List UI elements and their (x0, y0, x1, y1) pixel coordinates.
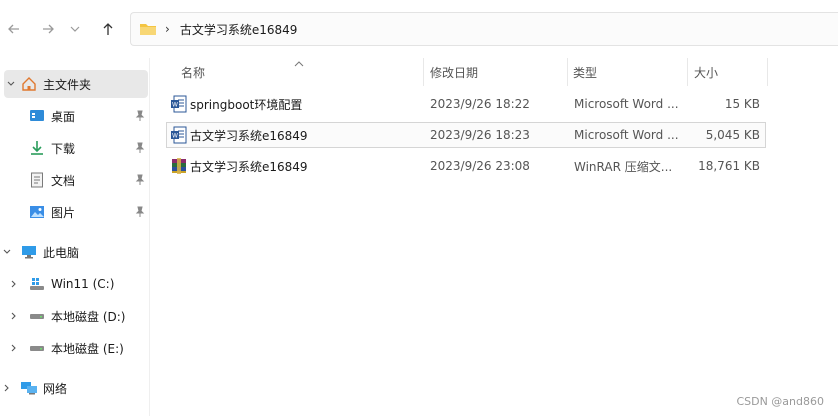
word-icon: W (171, 95, 187, 113)
sidebar-item-label: 下载 (51, 141, 76, 156)
sidebar-item-pictures[interactable]: 图片 (0, 198, 150, 226)
sidebar-item-label: 图片 (51, 205, 76, 220)
download-icon (28, 139, 46, 157)
file-type: Microsoft Word ... (574, 97, 679, 111)
sidebar-item-documents[interactable]: 文档 (0, 166, 150, 194)
arrow-up-icon (103, 23, 113, 35)
chevron-down-icon[interactable] (2, 247, 12, 257)
watermark: CSDN @and860 (736, 395, 824, 408)
file-name: 古文学习系统e16849 (190, 159, 308, 174)
column-divider[interactable] (423, 58, 424, 86)
desktop-icon (28, 107, 46, 125)
pin-icon[interactable] (134, 142, 146, 154)
chevron-down-icon[interactable] (6, 79, 16, 89)
column-header-name[interactable]: 名称 (181, 58, 421, 86)
sidebar-item-home[interactable]: 主文件夹 (4, 70, 148, 98)
sidebar-item-label: 此电脑 (43, 245, 80, 260)
sidebar-item-label: 本地磁盘 (D:) (51, 309, 126, 324)
file-row[interactable]: W springboot环境配置 2023/9/26 18:22 Microso… (166, 91, 766, 117)
chevron-right-icon[interactable] (9, 279, 19, 289)
chevron-right-icon[interactable] (2, 383, 12, 393)
file-row[interactable]: 古文学习系统e16849 2023/9/26 23:08 WinRAR 压缩文.… (166, 153, 766, 179)
pin-icon[interactable] (134, 174, 146, 186)
file-size: 15 KB (724, 97, 760, 111)
file-size: 18,761 KB (698, 159, 760, 173)
column-divider[interactable] (687, 58, 688, 86)
svg-text:W: W (172, 102, 178, 109)
home-icon (20, 75, 38, 93)
file-name: 古文学习系统e16849 (190, 128, 308, 143)
sidebar-item-label: 文档 (51, 173, 76, 188)
file-modified: 2023/9/26 23:08 (430, 159, 530, 173)
sidebar-item-desktop[interactable]: 桌面 (0, 102, 150, 130)
column-header-size[interactable]: 大小 (694, 58, 764, 86)
up-button[interactable] (94, 14, 122, 44)
file-modified: 2023/9/26 18:23 (430, 128, 530, 142)
chevron-right-icon[interactable] (9, 311, 19, 321)
chevron-down-icon (70, 26, 80, 32)
arrow-left-icon (8, 24, 19, 34)
file-type: WinRAR 压缩文... (574, 159, 673, 174)
svg-text:W: W (172, 133, 178, 140)
pictures-icon (28, 203, 46, 221)
file-row[interactable]: W 古文学习系统e16849 2023/9/26 18:23 Microsoft… (166, 122, 766, 148)
sidebar-item-downloads[interactable]: 下载 (0, 134, 150, 162)
file-size: 5,045 KB (705, 128, 760, 142)
forward-button[interactable] (34, 14, 62, 44)
recent-locations-button[interactable] (64, 14, 86, 44)
sidebar-item-label: 网络 (43, 381, 68, 396)
computer-icon (20, 243, 38, 261)
pin-icon[interactable] (134, 110, 146, 122)
word-icon: W (171, 126, 187, 144)
sidebar-item-drive-c[interactable]: Win11 (C:) (0, 270, 150, 298)
address-bar[interactable]: › 古文学习系统e16849 (130, 12, 838, 46)
breadcrumb-current[interactable]: 古文学习系统e16849 (180, 21, 298, 38)
windows-drive-icon (28, 275, 46, 293)
file-name: springboot环境配置 (190, 97, 303, 112)
column-divider[interactable] (567, 58, 568, 86)
column-header-modified[interactable]: 修改日期 (430, 58, 560, 86)
document-icon (28, 171, 46, 189)
file-type: Microsoft Word ... (574, 128, 679, 142)
winrar-icon (172, 158, 186, 174)
navigation-pane: 主文件夹 桌面 下载 文档 图片 此电脑 Win11 (C:) 本地磁盘 (D:… (0, 58, 150, 416)
sidebar-item-drive-e[interactable]: 本地磁盘 (E:) (0, 334, 150, 362)
sidebar-item-network[interactable]: 网络 (0, 374, 150, 402)
sidebar-item-drive-d[interactable]: 本地磁盘 (D:) (0, 302, 150, 330)
network-icon (20, 379, 38, 397)
pin-icon[interactable] (134, 206, 146, 218)
drive-icon (28, 307, 46, 325)
file-modified: 2023/9/26 18:22 (430, 97, 530, 111)
breadcrumb-separator: › (165, 22, 170, 36)
chevron-right-icon[interactable] (9, 343, 19, 353)
arrow-right-icon (43, 24, 54, 34)
drive-icon (28, 339, 46, 357)
sidebar-item-label: Win11 (C:) (51, 277, 115, 291)
sidebar-item-label: 本地磁盘 (E:) (51, 341, 124, 356)
sidebar-item-label: 主文件夹 (43, 77, 92, 92)
back-button[interactable] (0, 14, 28, 44)
column-divider[interactable] (767, 58, 768, 86)
column-header-type[interactable]: 类型 (573, 58, 683, 86)
sidebar-item-this-pc[interactable]: 此电脑 (0, 238, 150, 266)
folder-icon (139, 21, 157, 37)
sidebar-item-label: 桌面 (51, 109, 76, 124)
